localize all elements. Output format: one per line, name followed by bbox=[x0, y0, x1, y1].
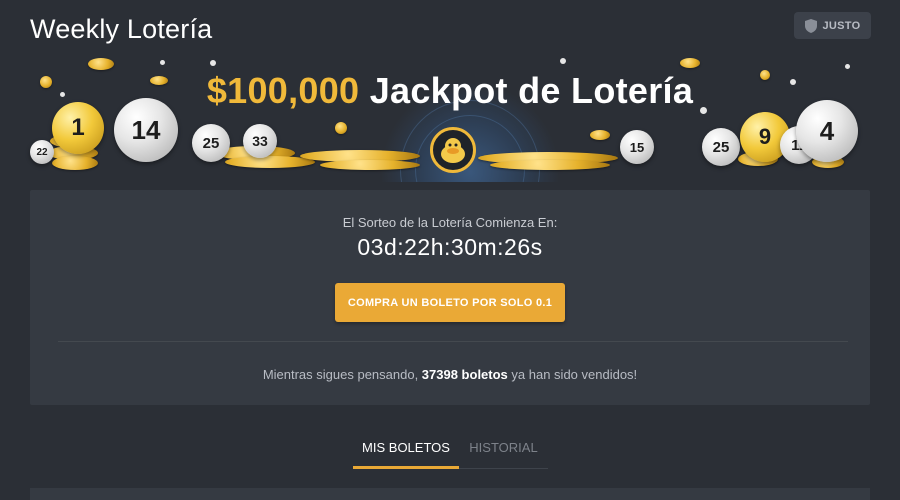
lottery-ball: 15 bbox=[620, 130, 654, 164]
lottery-ball: 33 bbox=[243, 124, 277, 158]
gold-coin bbox=[335, 122, 347, 134]
tickets-tabs: MIS BOLETOS HISTORIAL bbox=[353, 440, 548, 469]
sold-prefix: Mientras sigues pensando, bbox=[262, 367, 422, 382]
sparkle-dot bbox=[160, 60, 165, 65]
gold-coin bbox=[52, 156, 98, 170]
gold-coin bbox=[680, 58, 700, 68]
provably-fair-button[interactable]: JUSTO bbox=[794, 12, 871, 39]
gold-coin bbox=[88, 58, 114, 70]
lottery-page: Weekly Lotería JUSTO 22 1 14 25 33 15 25… bbox=[0, 0, 900, 500]
gold-coin bbox=[320, 160, 420, 170]
countdown-label: El Sorteo de la Lotería Comienza En: bbox=[342, 215, 558, 230]
sparkle-dot bbox=[845, 64, 850, 69]
duck-icon bbox=[441, 138, 465, 163]
tickets-sold-message: Mientras sigues pensando, 37398 boletos … bbox=[30, 367, 870, 382]
shield-icon bbox=[804, 18, 817, 33]
countdown-timer: 03d:22h:30m:26s bbox=[357, 234, 543, 260]
divider bbox=[58, 341, 848, 342]
sold-suffix: ya han sido vendidos! bbox=[507, 367, 638, 382]
jackpot-title: $100,000 Jackpot de Lotería bbox=[0, 70, 900, 112]
page-title: Weekly Lotería bbox=[30, 14, 213, 44]
jackpot-text: Jackpot de Lotería bbox=[369, 70, 694, 111]
lottery-ball: 25 bbox=[702, 128, 740, 166]
fair-label: JUSTO bbox=[822, 19, 861, 32]
buy-ticket-button[interactable]: COMPRA UN BOLETO POR SOLO 0.1 bbox=[335, 283, 565, 322]
lottery-ball: 25 bbox=[192, 124, 230, 162]
tab-my-tickets[interactable]: MIS BOLETOS bbox=[353, 440, 459, 469]
gold-coin bbox=[490, 160, 610, 170]
jackpot-banner: 22 1 14 25 33 15 25 9 11 4 $100,000 Jack… bbox=[0, 52, 900, 182]
sold-count: 37398 boletos bbox=[421, 367, 508, 382]
jackpot-amount: $100,000 bbox=[206, 70, 360, 111]
duck-logo-icon bbox=[430, 127, 476, 173]
tab-content-panel bbox=[30, 488, 870, 500]
sparkle-dot bbox=[210, 60, 216, 66]
gold-coin bbox=[590, 130, 610, 140]
tab-history[interactable]: HISTORIAL bbox=[459, 440, 548, 469]
lottery-ball: 22 bbox=[30, 140, 54, 164]
sparkle-dot bbox=[560, 58, 566, 64]
lottery-panel: El Sorteo de la Lotería Comienza En: 03d… bbox=[30, 190, 870, 405]
gold-coin bbox=[225, 156, 315, 168]
